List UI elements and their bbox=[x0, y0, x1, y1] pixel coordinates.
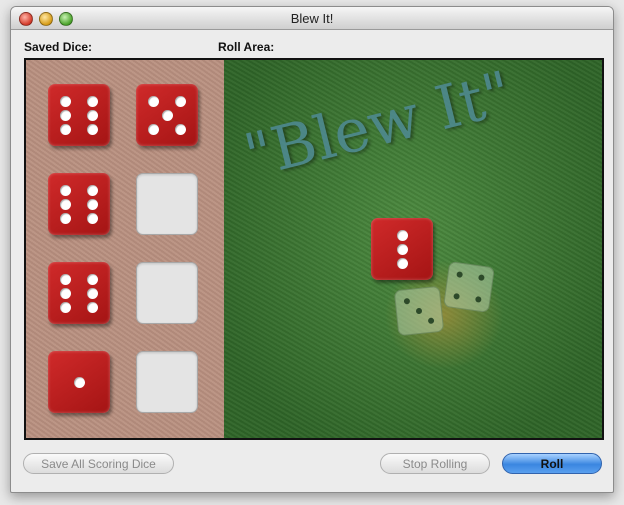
die-pip bbox=[60, 199, 71, 210]
logo-dice-image-b bbox=[443, 261, 495, 313]
die-pip bbox=[148, 96, 159, 107]
die-pip bbox=[60, 288, 71, 299]
die-pip bbox=[87, 288, 98, 299]
saved-die[interactable] bbox=[136, 84, 198, 146]
roll-area-label: Roll Area: bbox=[218, 40, 275, 54]
saved-dice-tray bbox=[26, 60, 224, 438]
title-bar[interactable]: Blew It! bbox=[11, 7, 613, 30]
game-board: "Blew It" bbox=[24, 58, 604, 440]
die-pip bbox=[74, 377, 85, 388]
die-pip bbox=[60, 274, 71, 285]
saved-die[interactable] bbox=[48, 351, 110, 413]
rolled-die[interactable] bbox=[371, 218, 433, 280]
die-pip bbox=[60, 302, 71, 313]
die-pip bbox=[397, 230, 408, 241]
die-pip bbox=[175, 96, 186, 107]
die-pip bbox=[60, 110, 71, 121]
empty-die-slot[interactable] bbox=[136, 262, 198, 324]
die-pip bbox=[60, 213, 71, 224]
stop-rolling-button[interactable]: Stop Rolling bbox=[380, 453, 490, 474]
die-pip bbox=[148, 124, 159, 135]
die-pip bbox=[162, 110, 173, 121]
logo-dice-image-a bbox=[393, 285, 445, 337]
die-pip bbox=[87, 302, 98, 313]
die-pip bbox=[87, 274, 98, 285]
die-pip bbox=[60, 124, 71, 135]
die-pip bbox=[175, 124, 186, 135]
die-pip bbox=[87, 110, 98, 121]
saved-die[interactable] bbox=[48, 262, 110, 324]
roll-area[interactable]: "Blew It" bbox=[224, 58, 602, 438]
window-title: Blew It! bbox=[290, 11, 334, 26]
die-pip bbox=[60, 185, 71, 196]
die-pip bbox=[87, 185, 98, 196]
die-pip bbox=[397, 258, 408, 269]
die-pip bbox=[87, 213, 98, 224]
save-all-scoring-dice-button[interactable]: Save All Scoring Dice bbox=[23, 453, 174, 474]
die-pip bbox=[60, 96, 71, 107]
die-pip bbox=[87, 199, 98, 210]
saved-die[interactable] bbox=[48, 84, 110, 146]
die-pip bbox=[397, 244, 408, 255]
empty-die-slot[interactable] bbox=[136, 351, 198, 413]
saved-die[interactable] bbox=[48, 173, 110, 235]
empty-die-slot[interactable] bbox=[136, 173, 198, 235]
die-pip bbox=[87, 124, 98, 135]
die-pip bbox=[87, 96, 98, 107]
roll-button[interactable]: Roll bbox=[502, 453, 602, 474]
game-window: Blew It! Saved Dice: Roll Area: "Blew It… bbox=[10, 6, 614, 493]
saved-dice-label: Saved Dice: bbox=[24, 40, 93, 54]
blew-it-logo: "Blew It" bbox=[237, 58, 519, 192]
